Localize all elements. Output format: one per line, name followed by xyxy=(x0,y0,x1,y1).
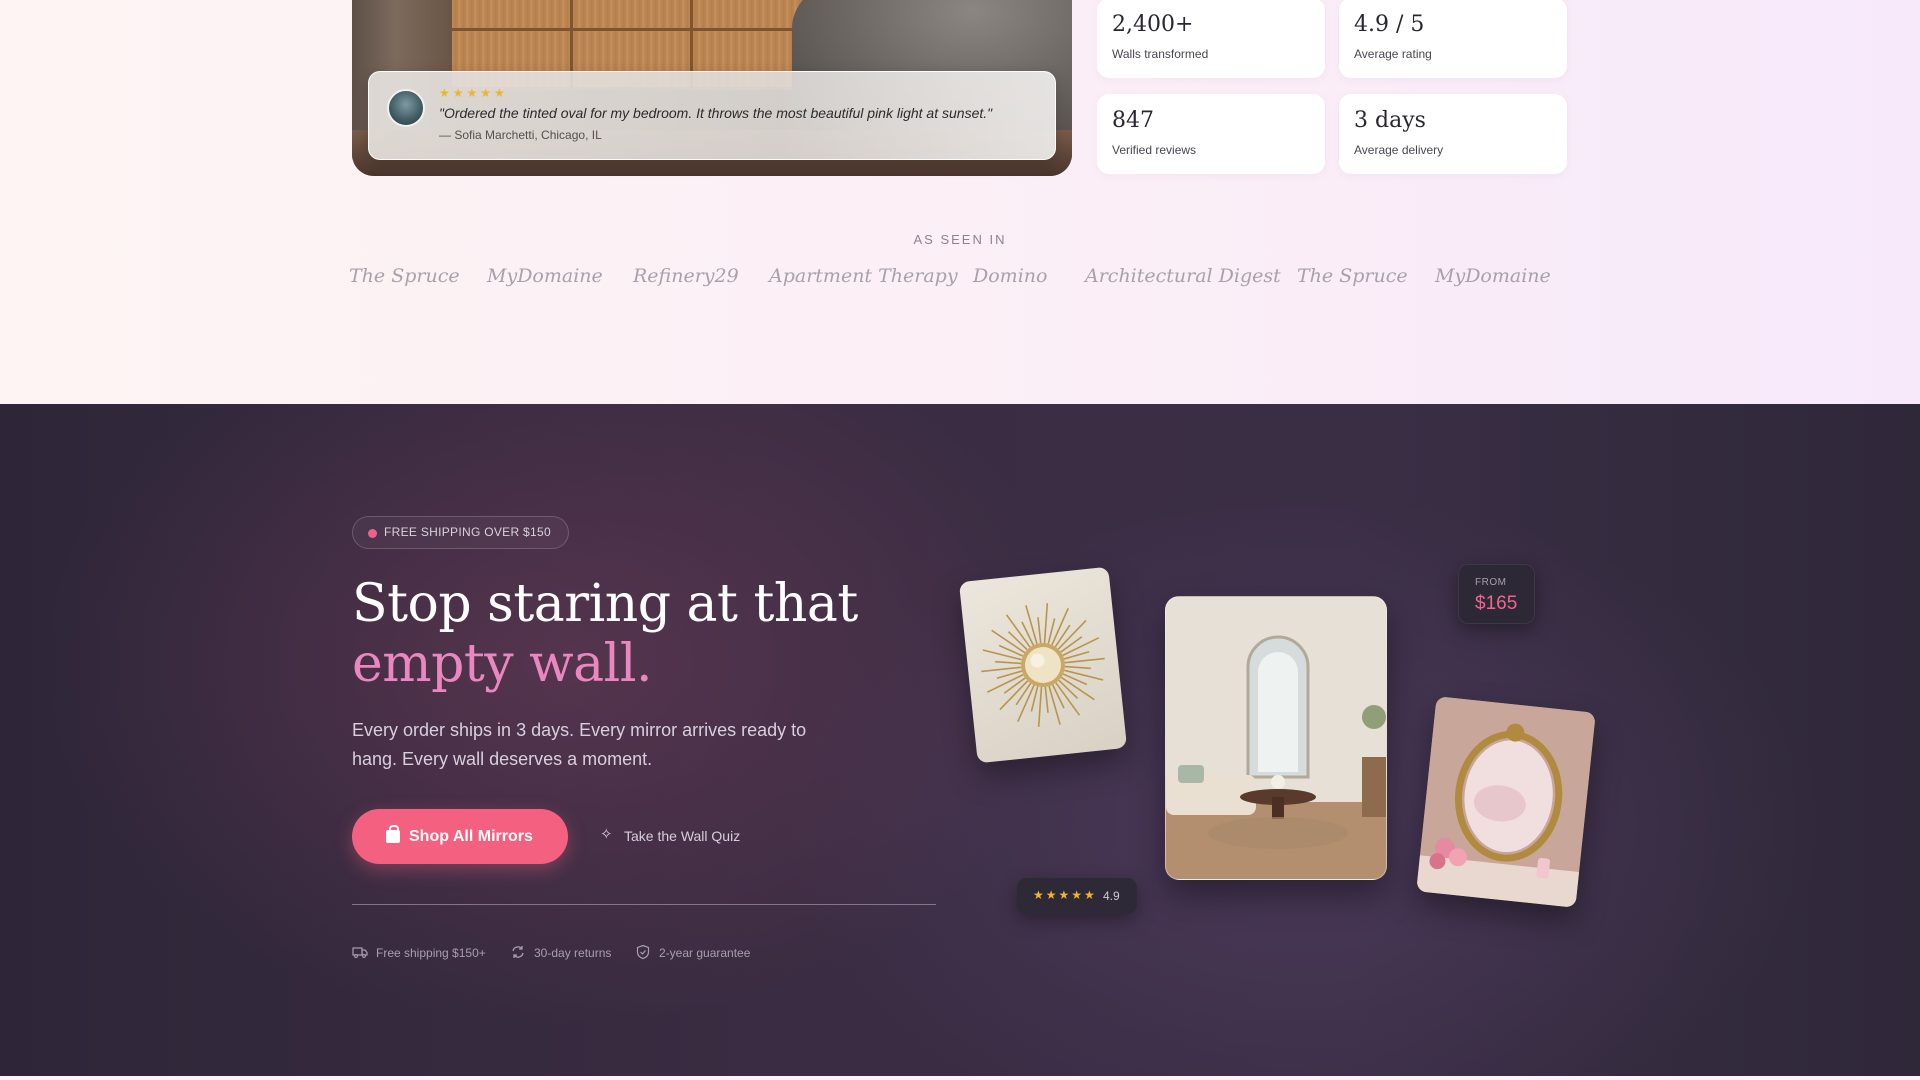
free-shipping-text: FREE SHIPPING OVER $150 xyxy=(384,525,551,539)
stat-label: Average rating xyxy=(1354,47,1432,61)
stat-card-walls: 2,400+ Walls transformed xyxy=(1097,0,1325,78)
divider xyxy=(352,904,936,905)
star-rating-icon: ★★★★★ xyxy=(439,86,508,100)
trust-label: 30-day returns xyxy=(534,946,612,960)
press-logo: MyDomaine xyxy=(1435,265,1551,287)
wall-quiz-link[interactable]: ✧ Take the Wall Quiz xyxy=(600,826,741,844)
stat-card-delivery: 3 days Average delivery xyxy=(1339,94,1567,174)
status-dot-icon xyxy=(368,529,377,538)
stat-label: Verified reviews xyxy=(1112,143,1197,157)
price-from-label: FROM xyxy=(1475,577,1507,588)
trust-guarantee: 2-year guarantee xyxy=(635,944,751,960)
ornate-oval-mirror-card[interactable] xyxy=(1416,696,1596,908)
rating-value: 4.9 xyxy=(1103,889,1120,903)
stat-card-rating: 4.9 / 5 Average rating xyxy=(1339,0,1567,78)
rating-chip: ★★★★★ 4.9 xyxy=(1017,878,1137,914)
testimonial-quote: "Ordered the tinted oval for my bedroom.… xyxy=(439,105,993,121)
stat-value: 2,400+ xyxy=(1112,12,1194,37)
trust-returns: 30-day returns xyxy=(510,946,611,960)
truck-icon xyxy=(352,947,368,958)
testimonial-author: — Sofia Marchetti, Chicago, IL xyxy=(439,128,602,142)
shop-button-label: Shop All Mirrors xyxy=(409,827,533,845)
headline-line-2: empty wall. xyxy=(352,634,652,694)
press-logo: Apartment Therapy xyxy=(769,265,958,287)
sunburst-mirror-card[interactable] xyxy=(958,566,1128,764)
wall-quiz-label: Take the Wall Quiz xyxy=(624,828,741,844)
press-logo: Domino xyxy=(973,265,1048,287)
stat-value: 847 xyxy=(1112,108,1154,133)
avatar xyxy=(387,89,425,127)
testimonial-card: ★★★★★ "Ordered the tinted oval for my be… xyxy=(368,71,1056,160)
dresser-drawer-line xyxy=(452,28,812,31)
press-logo: MyDomaine xyxy=(487,265,603,287)
sunburst-mirror-image xyxy=(981,603,1105,727)
free-shipping-badge: FREE SHIPPING OVER $150 xyxy=(352,516,569,549)
stat-value: 4.9 / 5 xyxy=(1354,12,1425,37)
hero-section: FREE SHIPPING OVER $150 Stop staring at … xyxy=(0,404,1920,1076)
trust-shipping: Free shipping $150+ xyxy=(352,946,486,960)
headline-line-1: Stop staring at that xyxy=(352,574,858,634)
star-icon: ★★★★★ xyxy=(1033,888,1097,902)
press-logo: The Spruce xyxy=(1297,265,1408,287)
price-amount: $165 xyxy=(1475,593,1518,614)
trust-label: 2-year guarantee xyxy=(659,946,751,960)
ornate-oval-mirror-image xyxy=(1416,696,1596,908)
shield-icon xyxy=(636,944,650,960)
arched-mirror-image xyxy=(1166,597,1386,879)
price-tag: FROM $165 xyxy=(1458,564,1535,624)
press-logo: Architectural Digest xyxy=(1085,265,1281,287)
stat-label: Average delivery xyxy=(1354,143,1444,157)
stat-label: Walls transformed xyxy=(1112,47,1209,61)
stat-card-reviews: 847 Verified reviews xyxy=(1097,94,1325,174)
refresh-icon xyxy=(512,946,524,958)
sparkle-icon: ✧ xyxy=(600,826,613,843)
press-logo: Refinery29 xyxy=(633,265,739,287)
arched-mirror-card[interactable] xyxy=(1165,596,1387,880)
as-seen-in-label: AS SEEN IN xyxy=(913,232,1007,247)
stat-value: 3 days xyxy=(1354,108,1426,133)
social-proof-section: ★★★★★ "Ordered the tinted oval for my be… xyxy=(0,0,1920,404)
shop-all-mirrors-button[interactable]: Shop All Mirrors xyxy=(352,809,568,864)
bag-icon xyxy=(386,825,400,843)
hero-subcopy: Every order ships in 3 days. Every mirro… xyxy=(352,720,807,769)
hero-headline: Stop staring at that empty wall. xyxy=(352,574,858,694)
press-logo: The Spruce xyxy=(349,265,460,287)
trust-label: Free shipping $150+ xyxy=(376,946,486,960)
